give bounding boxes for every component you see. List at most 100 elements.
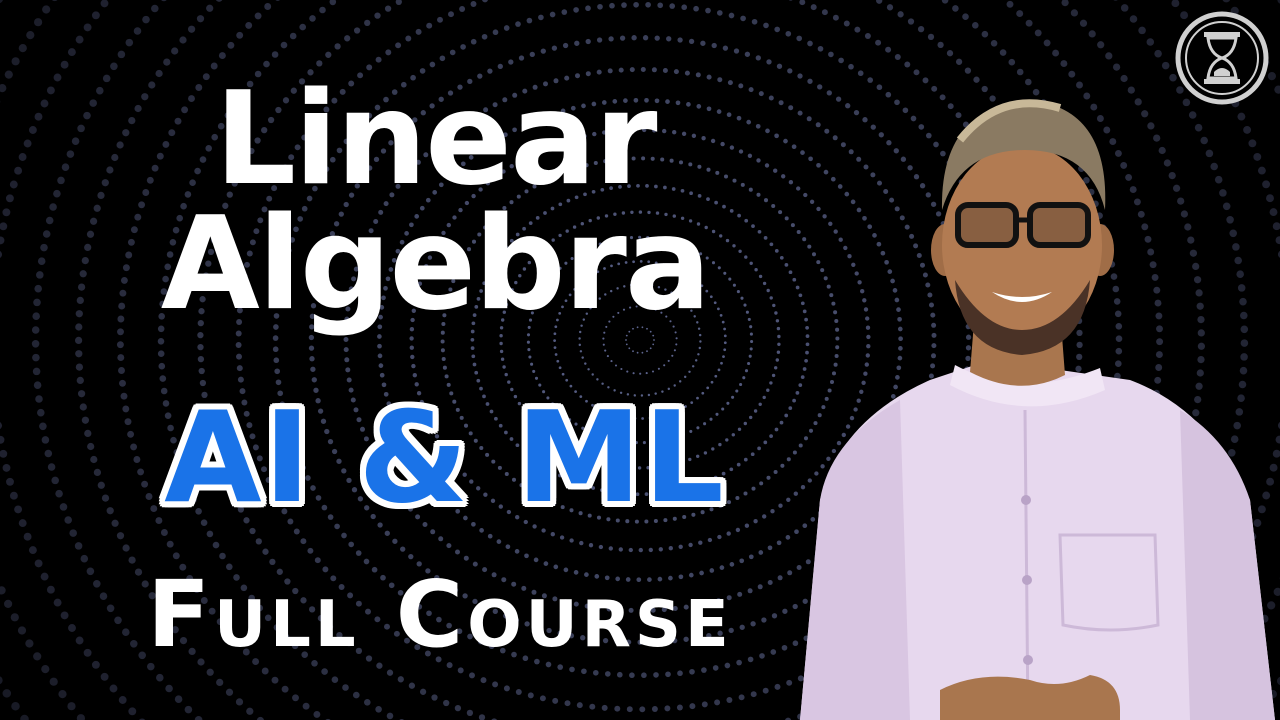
tunnel-dot	[281, 685, 289, 693]
tunnel-dot	[439, 55, 446, 62]
tunnel-dot	[206, 530, 214, 538]
tunnel-dot	[667, 359, 670, 362]
tunnel-dot	[720, 361, 723, 365]
tunnel-dot	[476, 378, 481, 383]
tunnel-dot	[894, 54, 901, 60]
tunnel-dot	[705, 7, 711, 14]
tunnel-dot	[848, 63, 854, 70]
tunnel-dot	[184, 705, 193, 714]
tunnel-dot	[733, 48, 740, 54]
tunnel-dot	[610, 360, 613, 363]
tunnel-dot	[264, 3, 272, 10]
tunnel-dot	[218, 52, 226, 60]
tunnel-dot	[621, 2, 627, 8]
tunnel-dot	[443, 699, 450, 707]
tunnel-dot	[116, 532, 125, 540]
tunnel-dot	[166, 540, 174, 548]
tunnel-dot	[482, 0, 488, 3]
tunnel-dot	[179, 36, 187, 44]
tunnel-dot	[275, 0, 280, 1]
tunnel-dot	[197, 355, 205, 363]
tunnel-dot	[255, 538, 262, 545]
tunnel-dot	[597, 3, 603, 10]
tunnel-dot	[273, 357, 280, 364]
tunnel-dot	[691, 365, 695, 368]
tunnel-dot	[60, 60, 69, 69]
tunnel-dot	[665, 671, 671, 678]
tunnel-dot	[653, 339, 655, 341]
tunnel-dot	[688, 542, 693, 548]
tunnel-dot	[625, 343, 628, 346]
tunnel-dot	[271, 51, 279, 58]
tunnel-dot	[1016, 68, 1024, 76]
tunnel-dot	[807, 40, 813, 47]
tunnel-dot	[1060, 60, 1068, 68]
tunnel-dot	[1061, 0, 1069, 7]
tunnel-dot	[628, 547, 633, 553]
tunnel-dot	[581, 356, 584, 359]
tunnel-dot	[688, 370, 691, 374]
tunnel-dot	[198, 367, 205, 375]
tunnel-dot	[652, 343, 655, 346]
tunnel-dot	[625, 339, 627, 341]
tunnel-dot	[526, 340, 530, 344]
tunnel-dot	[400, 546, 406, 552]
tunnel-dot	[237, 376, 244, 383]
tunnel-dot	[345, 367, 351, 373]
tunnel-dot	[609, 2, 615, 9]
tunnel-dot	[740, 15, 746, 22]
tunnel-dot	[431, 694, 438, 701]
course-label: Full Course	[147, 561, 733, 668]
tunnel-dot	[579, 350, 583, 353]
tunnel-dot	[118, 696, 127, 704]
tunnel-dot	[377, 343, 382, 349]
tunnel-dot	[151, 4, 159, 13]
tunnel-dot	[573, 7, 579, 13]
tunnel-dot	[408, 682, 416, 689]
tunnel-dot	[876, 0, 883, 4]
tunnel-dot	[579, 540, 584, 546]
tunnel-dot	[118, 367, 125, 374]
tunnel-dot	[1088, 30, 1096, 38]
tunnel-dot	[329, 0, 337, 6]
tunnel-dot	[503, 685, 510, 692]
tunnel-dot	[34, 18, 43, 27]
tunnel-dot	[216, 678, 224, 687]
tunnel-dot	[1068, 70, 1076, 78]
tunnel-dot	[364, 19, 371, 27]
tunnel-dot	[280, 41, 288, 49]
tunnel-dot	[886, 4, 894, 11]
tunnel-dot	[738, 694, 745, 701]
tunnel-dot	[215, 0, 223, 2]
tunnel-dot	[377, 353, 383, 359]
tunnel-dot	[142, 15, 150, 24]
tunnel-dot	[474, 370, 479, 375]
tunnel-dot	[481, 33, 488, 40]
tunnel-dot	[342, 684, 349, 691]
tunnel-dot	[653, 672, 659, 678]
tunnel-dot	[110, 62, 118, 71]
tunnel-dot	[946, 50, 954, 57]
tunnel-dot	[714, 374, 718, 378]
tunnel-dot	[553, 339, 556, 342]
tunnel-dot	[1079, 19, 1088, 27]
tunnel-dot	[1008, 58, 1016, 66]
tunnel-dot	[446, 543, 452, 549]
tunnel-dot	[838, 57, 844, 64]
tunnel-dot	[728, 12, 735, 19]
tunnel-dot	[353, 691, 360, 699]
tunnel-dot	[499, 349, 504, 354]
tunnel-dot	[524, 553, 529, 559]
tunnel-dot	[616, 671, 623, 678]
tunnel-dot	[165, 684, 173, 693]
tunnel-dot	[717, 534, 722, 540]
tunnel-dot	[74, 336, 83, 345]
tunnel-dot	[681, 4, 688, 11]
tunnel-dot	[83, 23, 92, 32]
tunnel-dot	[528, 355, 532, 359]
tunnel-dot	[585, 5, 591, 12]
tunnel-dot	[693, 5, 699, 12]
tunnel-dot	[592, 669, 599, 676]
tunnel-dot	[620, 367, 623, 371]
tunnel-dot	[678, 380, 682, 383]
